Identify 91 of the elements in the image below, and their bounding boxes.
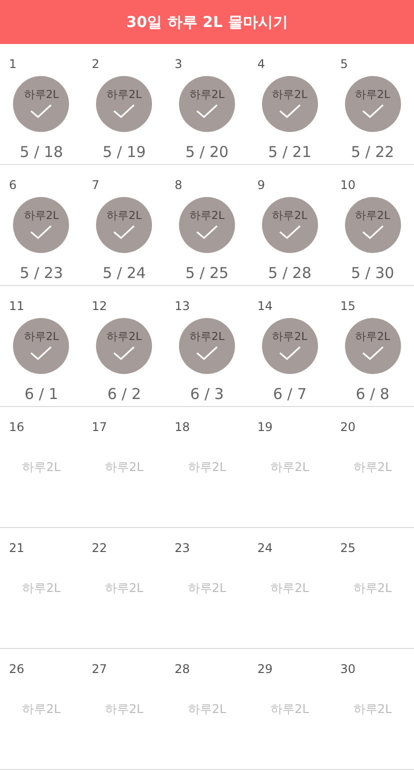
completed-stamp[interactable]: 하루2L bbox=[344, 197, 401, 253]
check-icon bbox=[278, 104, 301, 118]
check-icon bbox=[278, 346, 301, 360]
day-date: 5 / 28 bbox=[268, 263, 312, 284]
day-date: 6 / 3 bbox=[190, 384, 224, 405]
day-number: 22 bbox=[92, 540, 108, 556]
completed-stamp[interactable]: 하루2L bbox=[262, 76, 318, 132]
day-date: 5 / 19 bbox=[102, 142, 146, 163]
day-number: 19 bbox=[257, 419, 273, 435]
completed-stamp[interactable]: 하루2L bbox=[344, 318, 401, 374]
check-icon bbox=[196, 104, 218, 118]
day-date: 5 / 20 bbox=[185, 142, 229, 163]
day-number: 14 bbox=[257, 298, 273, 314]
day-number: 16 bbox=[9, 419, 24, 435]
page-title: 30일 하루 2L 물마시기 bbox=[126, 12, 288, 32]
day-number: 9 bbox=[257, 177, 266, 193]
day-label[interactable]: 하루2L bbox=[105, 580, 144, 596]
day-number: 2 bbox=[92, 56, 100, 72]
completed-stamp[interactable]: 하루2L bbox=[13, 76, 70, 132]
day-number: 6 bbox=[9, 177, 17, 193]
day-label[interactable]: 하루2L bbox=[188, 700, 226, 718]
completed-stamp[interactable]: 하루2L bbox=[344, 76, 401, 132]
day-number: 27 bbox=[92, 661, 108, 677]
day-number: 20 bbox=[340, 419, 356, 435]
day-label[interactable]: 하루2L bbox=[22, 458, 61, 476]
day-number: 3 bbox=[174, 56, 182, 72]
day-label[interactable]: 하루2L bbox=[353, 700, 392, 718]
check-icon bbox=[362, 104, 384, 118]
check-icon bbox=[113, 104, 136, 118]
completed-stamp[interactable]: 하루2L bbox=[178, 197, 235, 253]
check-icon bbox=[278, 225, 301, 239]
day-number: 30 bbox=[340, 661, 356, 677]
check-icon bbox=[196, 346, 218, 360]
day-number: 24 bbox=[257, 540, 273, 556]
day-number: 21 bbox=[9, 540, 24, 556]
day-label[interactable]: 하루2L bbox=[22, 580, 61, 596]
day-number: 18 bbox=[174, 419, 190, 435]
day-label[interactable]: 하루2L bbox=[22, 700, 61, 718]
day-number: 28 bbox=[174, 661, 190, 677]
day-date: 5 / 22 bbox=[350, 142, 394, 163]
day-number: 23 bbox=[174, 540, 190, 556]
day-date: 6 / 1 bbox=[24, 384, 58, 405]
day-label[interactable]: 하루2L bbox=[353, 458, 392, 476]
day-number: 10 bbox=[340, 177, 356, 193]
completed-stamp[interactable]: 하루2L bbox=[13, 197, 70, 253]
day-number: 7 bbox=[92, 177, 100, 193]
day-date: 5 / 25 bbox=[185, 263, 229, 284]
completed-stamp[interactable]: 하루2L bbox=[96, 197, 152, 253]
completed-stamp[interactable]: 하루2L bbox=[262, 197, 318, 253]
completed-stamp[interactable]: 하루2L bbox=[178, 318, 235, 374]
check-icon bbox=[30, 346, 52, 360]
day-label[interactable]: 하루2L bbox=[188, 458, 226, 476]
day-label[interactable]: 하루2L bbox=[353, 580, 392, 596]
day-number: 4 bbox=[257, 56, 266, 72]
check-icon bbox=[113, 346, 136, 360]
day-number: 8 bbox=[174, 177, 182, 193]
day-date: 6 / 8 bbox=[356, 384, 390, 405]
day-date: 5 / 18 bbox=[20, 142, 64, 163]
completed-stamp[interactable]: 하루2L bbox=[262, 318, 318, 374]
completed-stamp[interactable]: 하루2L bbox=[96, 318, 152, 374]
day-number: 15 bbox=[340, 298, 356, 314]
day-label[interactable]: 하루2L bbox=[188, 580, 226, 596]
day-number: 17 bbox=[92, 419, 108, 435]
day-number: 13 bbox=[174, 298, 190, 314]
day-number: 26 bbox=[9, 661, 24, 677]
check-icon bbox=[362, 346, 384, 360]
day-number: 5 bbox=[340, 56, 348, 72]
day-label[interactable]: 하루2L bbox=[270, 700, 309, 718]
day-date: 5 / 24 bbox=[102, 263, 146, 284]
completed-stamp[interactable]: 하루2L bbox=[96, 76, 152, 132]
day-label[interactable]: 하루2L bbox=[270, 580, 309, 596]
day-date: 5 / 23 bbox=[20, 263, 64, 284]
day-label[interactable]: 하루2L bbox=[105, 700, 144, 718]
check-icon bbox=[362, 225, 384, 239]
check-icon bbox=[196, 225, 218, 239]
day-date: 6 / 7 bbox=[272, 384, 307, 405]
completed-stamp[interactable]: 하루2L bbox=[178, 76, 235, 132]
check-icon bbox=[30, 104, 52, 118]
day-label[interactable]: 하루2L bbox=[270, 458, 309, 476]
day-number: 1 bbox=[9, 56, 17, 72]
completed-stamp[interactable]: 하루2L bbox=[13, 318, 70, 374]
day-date: 5 / 30 bbox=[350, 263, 394, 284]
day-date: 5 / 21 bbox=[268, 142, 312, 163]
check-icon bbox=[30, 225, 52, 239]
day-number: 12 bbox=[92, 298, 108, 314]
day-date: 6 / 2 bbox=[107, 384, 142, 405]
day-number: 25 bbox=[340, 540, 356, 556]
day-label[interactable]: 하루2L bbox=[105, 458, 144, 476]
day-number: 29 bbox=[257, 661, 273, 677]
check-icon bbox=[113, 225, 136, 239]
day-number: 11 bbox=[9, 298, 24, 314]
